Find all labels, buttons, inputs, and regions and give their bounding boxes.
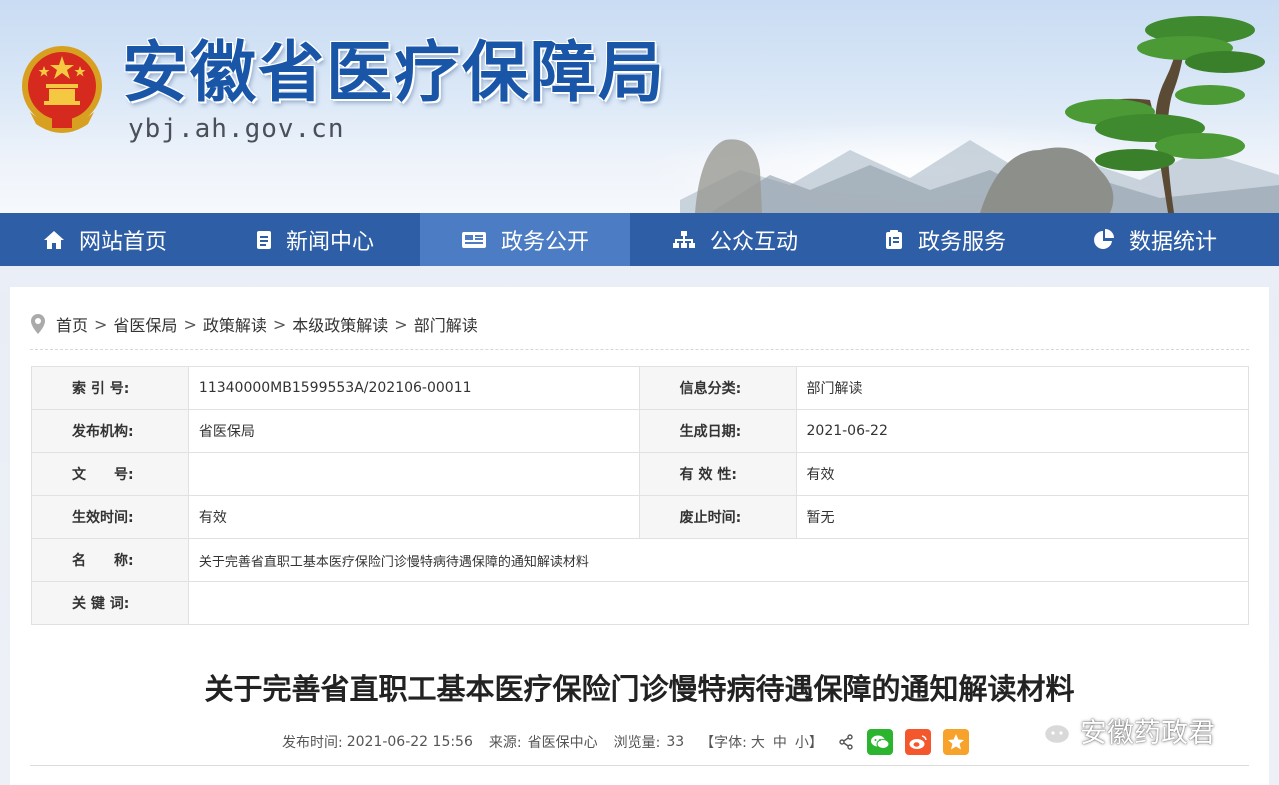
nav-item-label: 网站首页 xyxy=(78,229,167,255)
share-wechat-button[interactable] xyxy=(866,729,893,755)
weibo-icon xyxy=(909,735,927,749)
site-banner: 安徽省医疗保障局 ybj.ah.gov.cn xyxy=(0,0,1279,213)
share-button[interactable] xyxy=(837,730,855,754)
meta-value: 关于完善省直职工基本医疗保险门诊慢特病待遇保障的通知解读材料 xyxy=(187,538,1250,582)
breadcrumb-home[interactable]: 首页 xyxy=(56,312,88,336)
table-row: 生效时间: 有效 废止时间: 暂无 xyxy=(31,495,1249,539)
nav-item-gov-open[interactable]: 政务公开 xyxy=(420,213,630,266)
table-row: 文 号: 有 效 性: 有效 xyxy=(31,452,1249,496)
meta-label: 发布机构: xyxy=(31,409,189,453)
meta-value: 有效 xyxy=(795,452,1249,496)
site-domain: ybj.ah.gov.cn xyxy=(128,114,345,144)
meta-label: 有 效 性: xyxy=(638,452,797,496)
nav-item-news[interactable]: 新闻中心 xyxy=(210,213,420,266)
document-icon xyxy=(256,230,271,249)
table-row: 发布机构: 省医保局 生成日期: 2021-06-22 xyxy=(31,409,1249,453)
nav-item-services[interactable]: 政务服务 xyxy=(840,213,1050,266)
article-info-bar: 发布时间: 2021-06-22 15:56 来源: 省医保中心 浏览量: 33… xyxy=(282,727,969,757)
meta-value xyxy=(187,581,1250,625)
sitemap-icon xyxy=(672,230,695,248)
nav-item-home[interactable]: 网站首页 xyxy=(0,213,210,266)
breadcrumb-policy-interpretation[interactable]: 政策解读 xyxy=(203,312,267,336)
table-row: 索 引 号: 11340000MB1599553A/202106-00011 信… xyxy=(31,366,1249,410)
nav-item-label: 新闻中心 xyxy=(285,229,374,255)
views-count: 33 xyxy=(666,734,685,750)
meta-label: 名 称: xyxy=(31,538,189,582)
meta-value: 11340000MB1599553A/202106-00011 xyxy=(187,366,640,410)
font-large-button[interactable]: 大 xyxy=(751,732,765,752)
breadcrumb: 首页 > 省医保局 > 政策解读 > 本级政策解读 > 部门解读 xyxy=(30,311,478,337)
meta-label: 信息分类: xyxy=(638,366,797,410)
share-icon xyxy=(839,734,853,750)
pine-tree-scenery xyxy=(680,16,1279,213)
meta-value: 暂无 xyxy=(795,495,1249,539)
nav-item-label: 公众互动 xyxy=(709,229,798,255)
meta-label: 关 键 词: xyxy=(31,581,189,625)
national-emblem-icon xyxy=(22,46,102,133)
font-small-button[interactable]: 小】 xyxy=(795,732,823,752)
favorite-button[interactable] xyxy=(942,729,969,755)
views-label: 浏览量: xyxy=(613,735,661,751)
wechat-account-watermark: 安徽药政君 xyxy=(1028,708,1215,752)
main-nav: 网站首页 新闻中心 政务公开 公众互动 政务服务 数据统计 xyxy=(0,213,1279,266)
source-value: 省医保中心 xyxy=(527,735,598,751)
location-pin-icon xyxy=(31,314,45,334)
table-row: 名 称: 关于完善省直职工基本医疗保险门诊慢特病待遇保障的通知解读材料 xyxy=(31,538,1250,582)
breadcrumb-separator: > xyxy=(183,314,197,334)
clipboard-icon xyxy=(885,229,902,249)
nav-item-statistics[interactable]: 数据统计 xyxy=(1050,213,1260,266)
article-title: 关于完善省直职工基本医疗保险门诊慢特病待遇保障的通知解读材料 xyxy=(204,672,1075,706)
breadcrumb-department[interactable]: 部门解读 xyxy=(414,312,478,336)
meta-value: 有效 xyxy=(187,495,640,539)
breadcrumb-bureau[interactable]: 省医保局 xyxy=(113,312,177,336)
nav-item-label: 数据统计 xyxy=(1128,229,1217,255)
font-medium-button[interactable]: 中 xyxy=(773,732,787,752)
nav-item-interaction[interactable]: 公众互动 xyxy=(630,213,840,266)
publish-time: 2021-06-22 15:56 xyxy=(346,734,473,750)
meta-label: 索 引 号: xyxy=(31,366,189,410)
meta-value: 省医保局 xyxy=(187,409,640,453)
table-row: 关 键 词: xyxy=(31,581,1250,625)
breadcrumb-separator: > xyxy=(272,314,287,334)
content-divider xyxy=(30,765,1249,766)
breadcrumb-local-policy[interactable]: 本级政策解读 xyxy=(292,312,388,336)
nav-item-label: 政务服务 xyxy=(917,229,1006,255)
document-meta-table: 索 引 号: 11340000MB1599553A/202106-00011 信… xyxy=(31,366,1250,625)
meta-label: 文 号: xyxy=(31,452,189,496)
meta-value: 2021-06-22 xyxy=(795,409,1249,453)
star-icon xyxy=(947,734,964,750)
meta-value: 部门解读 xyxy=(795,366,1249,410)
breadcrumb-separator: > xyxy=(394,314,408,334)
wechat-icon xyxy=(870,735,890,749)
meta-value xyxy=(187,452,640,496)
meta-label: 生效时间: xyxy=(31,495,189,539)
wechat-logo-icon xyxy=(1028,712,1072,746)
newspaper-icon xyxy=(461,231,486,248)
meta-label: 废止时间: xyxy=(638,495,797,539)
site-title: 安徽省医疗保障局 xyxy=(122,34,666,111)
share-weibo-button[interactable] xyxy=(904,729,931,755)
publish-label: 发布时间: xyxy=(282,735,343,751)
nav-item-label: 政务公开 xyxy=(500,229,589,255)
home-icon xyxy=(43,230,64,249)
watermark-text: 安徽药政君 xyxy=(1080,717,1215,749)
source-label: 来源: xyxy=(488,735,522,751)
breadcrumb-separator: > xyxy=(94,314,108,334)
font-size-label: 【字体: xyxy=(700,735,747,751)
pie-chart-icon xyxy=(1094,228,1114,249)
breadcrumb-divider xyxy=(30,349,1249,350)
meta-label: 生成日期: xyxy=(638,409,797,453)
